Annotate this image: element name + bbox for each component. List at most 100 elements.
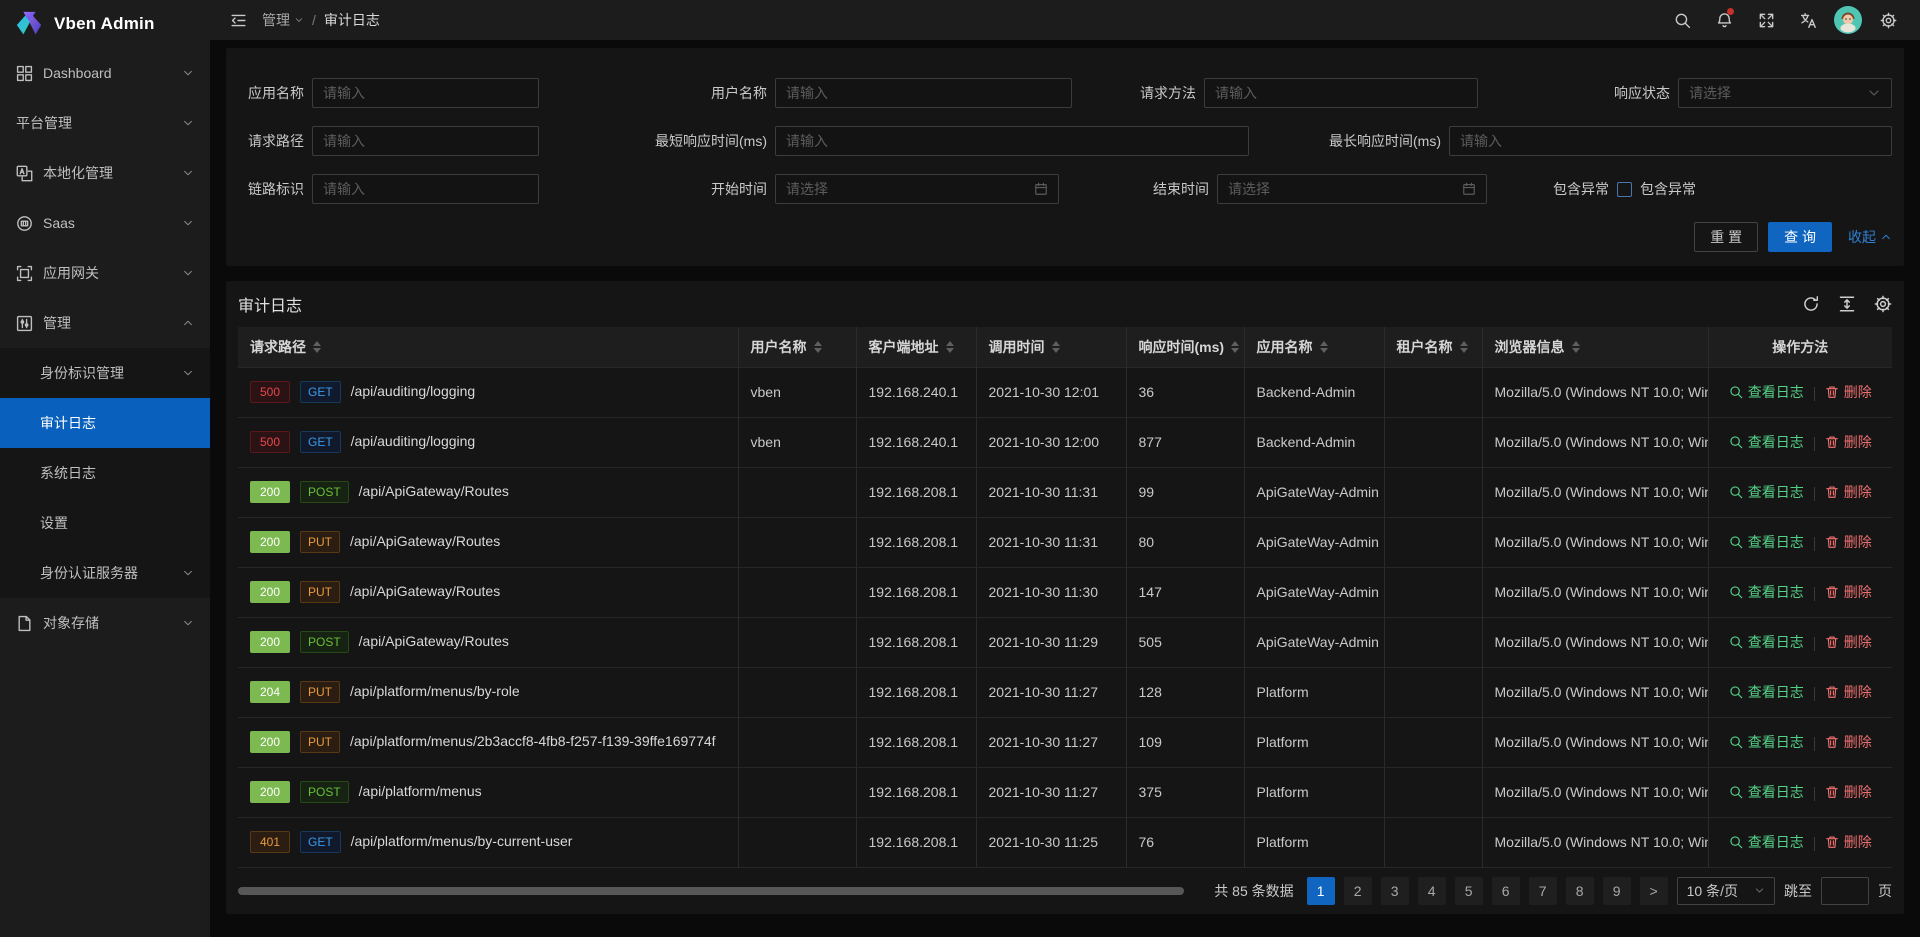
- delete-button[interactable]: 删除: [1825, 582, 1872, 602]
- sidebar-item-Saas[interactable]: Saas: [0, 198, 210, 248]
- page-button-5[interactable]: 5: [1455, 877, 1483, 905]
- page-button-3[interactable]: 3: [1381, 877, 1409, 905]
- sidebar-item-审计日志[interactable]: 审计日志: [0, 398, 210, 448]
- cell-operations: 查看日志 删除: [1708, 767, 1892, 817]
- view-log-button[interactable]: 查看日志: [1729, 482, 1804, 502]
- jump-page-input[interactable]: [1821, 877, 1869, 905]
- page-button-6[interactable]: 6: [1492, 877, 1520, 905]
- sidebar-item-身份标识管理[interactable]: 身份标识管理: [0, 348, 210, 398]
- start-time-picker[interactable]: 请选择: [775, 174, 1059, 204]
- column-header-用户名称[interactable]: 用户名称: [738, 327, 856, 367]
- delete-button[interactable]: 删除: [1825, 782, 1872, 802]
- column-header-响应时间(ms)[interactable]: 响应时间(ms): [1126, 327, 1244, 367]
- delete-button[interactable]: 删除: [1825, 482, 1872, 502]
- fullscreen-icon[interactable]: [1748, 2, 1784, 38]
- max-response-time-input[interactable]: [1449, 126, 1892, 156]
- sort-icon[interactable]: [313, 341, 321, 353]
- column-label: 租户名称: [1397, 337, 1453, 357]
- cell-call-time: 2021-10-30 11:29: [976, 617, 1126, 667]
- view-log-button[interactable]: 查看日志: [1729, 782, 1804, 802]
- cell-response-time: 76: [1126, 817, 1244, 867]
- view-log-button[interactable]: 查看日志: [1729, 432, 1804, 452]
- search-icon[interactable]: [1664, 2, 1700, 38]
- view-log-button[interactable]: 查看日志: [1729, 632, 1804, 652]
- view-log-label: 查看日志: [1748, 582, 1804, 602]
- reset-button[interactable]: 重 置: [1694, 222, 1758, 252]
- cell-call-time: 2021-10-30 11:25: [976, 817, 1126, 867]
- view-log-button[interactable]: 查看日志: [1729, 682, 1804, 702]
- delete-button[interactable]: 删除: [1825, 732, 1872, 752]
- sidebar-item-身份认证服务器[interactable]: 身份认证服务器: [0, 548, 210, 598]
- column-header-调用时间[interactable]: 调用时间: [976, 327, 1126, 367]
- app-name-input[interactable]: [312, 78, 539, 108]
- end-time-picker[interactable]: 请选择: [1217, 174, 1487, 204]
- translate-icon[interactable]: [1790, 2, 1826, 38]
- request-path-input[interactable]: [312, 126, 539, 156]
- cell-user-name: [738, 667, 856, 717]
- min-response-time-input[interactable]: [775, 126, 1249, 156]
- view-log-button[interactable]: 查看日志: [1729, 732, 1804, 752]
- user-name-input[interactable]: [775, 78, 1072, 108]
- http-method-input[interactable]: [1204, 78, 1478, 108]
- gear-icon[interactable]: [1870, 2, 1906, 38]
- sidebar-item-对象存储[interactable]: 对象存储: [0, 598, 210, 648]
- bell-icon[interactable]: [1706, 2, 1742, 38]
- view-log-button[interactable]: 查看日志: [1729, 532, 1804, 552]
- has-exception-checkbox[interactable]: [1617, 182, 1632, 197]
- avatar[interactable]: [1832, 2, 1864, 38]
- sidebar-item-Dashboard[interactable]: Dashboard: [0, 48, 210, 98]
- delete-button[interactable]: 删除: [1825, 682, 1872, 702]
- table-row: 204PUT/api/platform/menus/by-role192.168…: [238, 667, 1892, 717]
- cell-operations: 查看日志 删除: [1708, 717, 1892, 767]
- sort-icon[interactable]: [1052, 341, 1060, 353]
- delete-button[interactable]: 删除: [1825, 532, 1872, 552]
- http-status-select[interactable]: 请选择: [1678, 78, 1892, 108]
- column-header-应用名称[interactable]: 应用名称: [1244, 327, 1384, 367]
- sort-icon[interactable]: [814, 341, 822, 353]
- page-button-2[interactable]: 2: [1344, 877, 1372, 905]
- column-header-浏览器信息[interactable]: 浏览器信息: [1482, 327, 1708, 367]
- delete-button[interactable]: 删除: [1825, 432, 1872, 452]
- app-logo[interactable]: Vben Admin: [0, 0, 210, 48]
- sort-icon[interactable]: [1460, 341, 1468, 353]
- breadcrumb-parent[interactable]: 管理: [262, 10, 304, 30]
- sidebar-item-管理[interactable]: 管理: [0, 298, 210, 348]
- redo-icon[interactable]: [1802, 295, 1820, 313]
- menu-fold-icon[interactable]: [224, 6, 252, 34]
- sidebar-item-设置[interactable]: 设置: [0, 498, 210, 548]
- sort-icon[interactable]: [1320, 341, 1328, 353]
- page-button-1[interactable]: 1: [1307, 877, 1335, 905]
- page-button-8[interactable]: 8: [1566, 877, 1594, 905]
- delete-button[interactable]: 删除: [1825, 382, 1872, 402]
- column-header-请求路径[interactable]: 请求路径: [238, 327, 738, 367]
- sidebar-item-平台管理[interactable]: 平台管理: [0, 98, 210, 148]
- view-log-button[interactable]: 查看日志: [1729, 582, 1804, 602]
- view-log-button[interactable]: 查看日志: [1729, 382, 1804, 402]
- query-button[interactable]: 查 询: [1768, 222, 1832, 252]
- page-size-select[interactable]: 10 条/页: [1677, 877, 1775, 905]
- next-page-button[interactable]: >: [1640, 877, 1668, 905]
- delete-button[interactable]: 删除: [1825, 632, 1872, 652]
- collapse-link[interactable]: 收起: [1848, 227, 1892, 247]
- cell-tenant-name: [1384, 667, 1482, 717]
- sort-icon[interactable]: [1231, 341, 1239, 353]
- sort-icon[interactable]: [1572, 341, 1580, 353]
- column-header-客户端地址[interactable]: 客户端地址: [856, 327, 976, 367]
- column-height-icon[interactable]: [1838, 295, 1856, 313]
- column-header-租户名称[interactable]: 租户名称: [1384, 327, 1482, 367]
- delete-button[interactable]: 删除: [1825, 832, 1872, 852]
- cell-request-path: 200PUT/api/ApiGateway/Routes: [238, 567, 738, 617]
- sidebar-item-本地化管理[interactable]: 本地化管理: [0, 148, 210, 198]
- gear-icon[interactable]: [1874, 295, 1892, 313]
- page-button-9[interactable]: 9: [1603, 877, 1631, 905]
- horizontal-scrollbar[interactable]: [238, 887, 1184, 895]
- sidebar-item-应用网关[interactable]: 应用网关: [0, 248, 210, 298]
- sort-icon[interactable]: [946, 341, 954, 353]
- select-placeholder: 请选择: [1689, 83, 1731, 103]
- trace-id-input[interactable]: [312, 174, 539, 204]
- sidebar-item-系统日志[interactable]: 系统日志: [0, 448, 210, 498]
- page-button-7[interactable]: 7: [1529, 877, 1557, 905]
- page-button-4[interactable]: 4: [1418, 877, 1446, 905]
- view-log-button[interactable]: 查看日志: [1729, 832, 1804, 852]
- cell-browser-info: Mozilla/5.0 (Windows NT 10.0; Win: [1482, 817, 1708, 867]
